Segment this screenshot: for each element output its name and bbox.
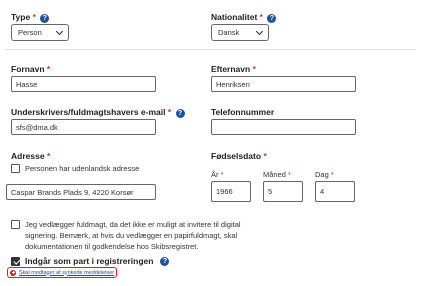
email-input[interactable]: sfs@dma.dk xyxy=(11,119,156,135)
address-input[interactable]: Caspar Brands Plads 9, 4220 Korsør xyxy=(6,184,156,200)
phone-label: Telefonnummer xyxy=(211,107,274,117)
required-mark: * xyxy=(263,151,267,161)
phone-input[interactable] xyxy=(211,119,356,135)
first-name-label: Fornavn * xyxy=(11,64,50,74)
email-label: Underskrivers/fuldmagtshavers e-mail * ? xyxy=(11,107,185,118)
required-mark: * xyxy=(259,12,263,22)
email-value: sfs@dma.dk xyxy=(16,122,58,132)
foreign-address-checkbox-row[interactable]: Personen har udenlandsk adresse xyxy=(11,164,139,173)
birth-year-label: År * xyxy=(211,170,224,179)
birth-year-label-text: År xyxy=(211,170,219,179)
required-mark: * xyxy=(46,151,51,161)
help-icon[interactable]: ? xyxy=(267,14,277,23)
last-name-label: Efternavn * xyxy=(211,64,256,74)
foreign-address-checkbox-label: Personen har udenlandsk adresse xyxy=(25,164,140,173)
required-mark: * xyxy=(167,107,172,117)
first-name-input[interactable]: Hasse xyxy=(11,76,156,92)
notification-link[interactable]: Skal modtager af synkede meddelelser xyxy=(19,270,114,276)
nationality-label-text: Nationalitet xyxy=(211,12,258,22)
type-label: Type * ? xyxy=(11,12,50,23)
required-mark: * xyxy=(46,64,51,74)
birth-year-value: 1966 xyxy=(216,187,233,196)
birth-year-input[interactable]: 1966 xyxy=(211,181,251,202)
birth-month-label-text: Måned xyxy=(263,170,286,179)
nationality-select-value: Dansk xyxy=(218,28,240,37)
nationality-label: Nationalitet * ? xyxy=(211,12,277,23)
birth-month-label: Måned * xyxy=(263,170,291,179)
nationality-select[interactable]: Dansk xyxy=(211,24,269,41)
notification-link-highlight[interactable]: Skal modtager af synkede meddelelser xyxy=(7,267,117,278)
proxy-text-line: dokumentationen til godkendelse hos Skib… xyxy=(25,242,199,251)
birth-month-input[interactable]: 5 xyxy=(263,181,303,202)
address-value: Caspar Brands Plads 9, 4220 Korsør xyxy=(11,187,134,197)
required-mark: * xyxy=(220,170,224,179)
phone-label-text: Telefonnummer xyxy=(211,107,275,117)
proxy-checkbox-text: Jeg vedlægger fuldmagt, da det ikke er m… xyxy=(25,219,330,252)
section-divider xyxy=(5,49,416,50)
foreign-address-checkbox[interactable] xyxy=(11,164,20,173)
birth-day-label-text: Dag xyxy=(315,170,329,179)
chevron-down-icon xyxy=(255,27,264,35)
proxy-checkbox-row[interactable]: Jeg vedlægger fuldmagt, da det ikke er m… xyxy=(11,219,330,252)
last-name-value: Henriksen xyxy=(216,79,250,89)
party-checkbox-label: Indgår som part i registreringen xyxy=(25,256,154,266)
first-name-label-text: Fornavn xyxy=(11,64,45,74)
help-icon[interactable]: ? xyxy=(40,14,50,23)
birth-month-value: 5 xyxy=(268,187,273,196)
birth-day-label: Dag * xyxy=(315,170,334,179)
last-name-input[interactable]: Henriksen xyxy=(211,76,356,92)
help-icon[interactable]: ? xyxy=(160,256,170,266)
party-checkbox[interactable] xyxy=(11,256,20,266)
proxy-checkbox[interactable] xyxy=(11,220,20,229)
last-name-label-text: Efternavn xyxy=(211,64,251,74)
address-label: Adresse * xyxy=(11,151,50,161)
type-select-value: Person xyxy=(18,28,42,37)
plus-circle-icon xyxy=(10,269,16,276)
required-mark: * xyxy=(252,64,256,74)
birthdate-label: Fødselsdato * xyxy=(211,151,267,161)
proxy-text-line: Jeg vedlægger fuldmagt, da det ikke er m… xyxy=(25,220,241,229)
birthdate-label-text: Fødselsdato xyxy=(211,151,262,161)
required-mark: * xyxy=(288,170,291,179)
required-mark: * xyxy=(32,12,36,22)
proxy-text-line: signering. Bemærk, at hvis du vedlægger … xyxy=(25,231,238,240)
required-mark: * xyxy=(330,170,334,179)
type-label-text: Type xyxy=(11,12,31,22)
email-label-text: Underskrivers/fuldmagtshavers e-mail xyxy=(11,107,166,117)
chevron-down-icon xyxy=(55,27,64,35)
address-label-text: Adresse xyxy=(11,151,45,161)
type-select[interactable]: Person xyxy=(11,24,69,41)
birth-day-input[interactable]: 4 xyxy=(315,181,355,202)
party-checkbox-row[interactable]: Indgår som part i registreringen ? xyxy=(11,256,170,266)
help-icon[interactable]: ? xyxy=(175,109,185,118)
first-name-value: Hasse xyxy=(16,79,38,89)
birth-day-value: 4 xyxy=(320,187,325,196)
